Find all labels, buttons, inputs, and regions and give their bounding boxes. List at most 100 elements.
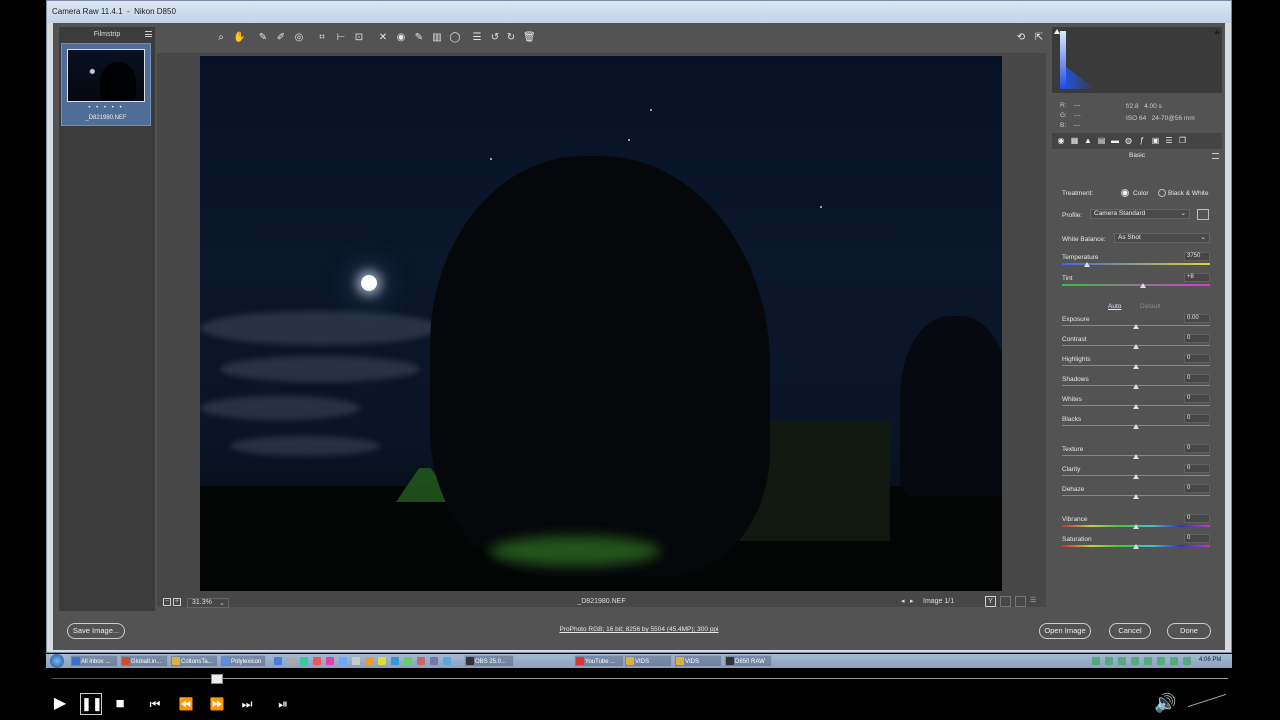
swap-icon[interactable]: [1000, 596, 1011, 607]
tray-icon[interactable]: [1118, 657, 1126, 665]
taskbar-item[interactable]: YouTube ...: [574, 655, 624, 667]
taskbar-item[interactable]: ColtonsTa...: [170, 655, 218, 667]
taskbar-item[interactable]: VIDS: [624, 655, 672, 667]
rotate-right-icon[interactable]: ↻: [505, 32, 517, 44]
clarity-value-field[interactable]: 0: [1184, 464, 1210, 473]
taskbar-item[interactable]: OBS 25.0...: [464, 655, 514, 667]
volume-slider[interactable]: [1188, 693, 1226, 719]
skip-back-icon[interactable]: ⏮: [143, 693, 167, 715]
dehaze-slider-thumb[interactable]: [1133, 494, 1139, 499]
blacks-slider-thumb[interactable]: [1133, 424, 1139, 429]
tray-icon[interactable]: [1157, 657, 1165, 665]
treatment-bw-radio[interactable]: [1158, 189, 1166, 197]
tray-icon[interactable]: [1170, 657, 1178, 665]
tone-curve-tab-icon[interactable]: ▦: [1070, 136, 1080, 146]
hand-icon[interactable]: ✋: [233, 32, 245, 44]
fast-forward-icon[interactable]: ⏩: [206, 693, 228, 715]
prev-image-icon[interactable]: ◂: [901, 597, 905, 605]
targeted-adjust-icon[interactable]: ◎: [293, 32, 305, 44]
split-toning-tab-icon[interactable]: ▬: [1110, 136, 1120, 146]
basic-tab-icon[interactable]: ◉: [1056, 136, 1066, 146]
hamburger-icon[interactable]: [145, 31, 152, 37]
quicklaunch-icon[interactable]: [300, 657, 308, 665]
play-icon[interactable]: ▶: [50, 693, 70, 715]
tint-slider[interactable]: [1062, 284, 1210, 286]
exposure-value-field[interactable]: 0.00: [1184, 314, 1210, 323]
quicklaunch-icon[interactable]: [430, 657, 438, 665]
tray-icon[interactable]: [1092, 657, 1100, 665]
white-balance-icon[interactable]: ✎: [257, 32, 269, 44]
pause-icon[interactable]: ❚❚: [80, 693, 103, 715]
tint-value-field[interactable]: +8: [1184, 273, 1210, 282]
quicklaunch-icon[interactable]: [378, 657, 386, 665]
contrast-value-field[interactable]: 0: [1184, 334, 1210, 343]
quicklaunch-icon[interactable]: [443, 657, 451, 665]
quicklaunch-icon[interactable]: [352, 657, 360, 665]
default-button[interactable]: Default: [1140, 303, 1161, 310]
whites-value-field[interactable]: 0: [1184, 394, 1210, 403]
start-button[interactable]: [50, 654, 64, 668]
saturation-slider-thumb[interactable]: [1133, 544, 1139, 549]
zoom-out-icon[interactable]: −: [163, 598, 171, 606]
cancel-button[interactable]: Cancel: [1109, 623, 1151, 639]
tray-icon[interactable]: [1144, 657, 1152, 665]
crop-icon[interactable]: ⌗: [316, 32, 328, 44]
next-image-icon[interactable]: ▸: [910, 597, 914, 605]
quicklaunch-icon[interactable]: [313, 657, 321, 665]
taskbar-item[interactable]: D850 RAW: [724, 655, 772, 667]
trash-icon[interactable]: 🗑: [523, 32, 536, 44]
toggle-fullscreen-icon[interactable]: ⟲: [1015, 32, 1027, 44]
transform-icon[interactable]: ⊡: [353, 32, 365, 44]
skip-forward-icon[interactable]: ⏭: [235, 693, 259, 715]
panel-menu-icon[interactable]: [1212, 153, 1219, 159]
color-sampler-icon[interactable]: ✐: [275, 32, 287, 44]
detail-tab-icon[interactable]: ▲: [1083, 136, 1093, 146]
tray-icon[interactable]: [1105, 657, 1113, 665]
texture-slider-thumb[interactable]: [1133, 454, 1139, 459]
clarity-slider-thumb[interactable]: [1133, 474, 1139, 479]
quicklaunch-icon[interactable]: [404, 657, 412, 665]
tray-icon[interactable]: [1183, 657, 1191, 665]
stop-icon[interactable]: ■: [112, 693, 128, 715]
open-image-button[interactable]: Open Image: [1039, 623, 1091, 639]
copy-settings-icon[interactable]: [1015, 596, 1026, 607]
vibrance-slider-thumb[interactable]: [1133, 524, 1139, 529]
dehaze-value-field[interactable]: 0: [1184, 484, 1210, 493]
taskbar-item[interactable]: All inbox ...: [70, 655, 118, 667]
zoom-in-icon[interactable]: +: [173, 598, 181, 606]
filmstrip-thumbnail[interactable]: • • • • • _D821980.NEF: [61, 43, 151, 126]
graduated-filter-icon[interactable]: ▥: [431, 32, 443, 44]
zoom-level-select[interactable]: 31.3% ⌄: [187, 598, 229, 608]
preferences-icon[interactable]: ☰: [471, 32, 483, 44]
contrast-slider-thumb[interactable]: [1133, 344, 1139, 349]
before-after-icon[interactable]: Y: [985, 596, 996, 607]
texture-value-field[interactable]: 0: [1184, 444, 1210, 453]
blacks-value-field[interactable]: 0: [1184, 414, 1210, 423]
temperature-slider-thumb[interactable]: [1084, 262, 1091, 267]
tray-icon[interactable]: [1131, 657, 1139, 665]
seek-handle[interactable]: [210, 674, 223, 684]
rotate-left-icon[interactable]: ↺: [489, 32, 501, 44]
video-seek-bar[interactable]: [52, 674, 1228, 684]
settings-toggle-icon[interactable]: ☰: [1030, 596, 1041, 607]
hsl-tab-icon[interactable]: ▤: [1097, 136, 1107, 146]
done-button[interactable]: Done: [1167, 623, 1211, 639]
temperature-value-field[interactable]: 3750: [1184, 252, 1210, 261]
fx-tab-icon[interactable]: ƒ: [1137, 136, 1147, 146]
saturation-value-field[interactable]: 0: [1184, 534, 1210, 543]
highlight-clipping-icon[interactable]: [1214, 29, 1220, 34]
highlights-value-field[interactable]: 0: [1184, 354, 1210, 363]
rewind-icon[interactable]: ⏪: [175, 693, 197, 715]
exposure-slider-thumb[interactable]: [1133, 324, 1139, 329]
shadows-value-field[interactable]: 0: [1184, 374, 1210, 383]
radial-filter-icon[interactable]: ◯: [449, 32, 461, 44]
quicklaunch-icon[interactable]: [417, 657, 425, 665]
highlights-slider-thumb[interactable]: [1133, 364, 1139, 369]
vibrance-value-field[interactable]: 0: [1184, 514, 1210, 523]
volume-icon[interactable]: 🔊: [1154, 693, 1176, 714]
photo-preview[interactable]: [200, 56, 1002, 591]
taskbar-item[interactable]: Polylexicon: [220, 655, 266, 667]
quicklaunch-icon[interactable]: [339, 657, 347, 665]
tint-slider-thumb[interactable]: [1140, 283, 1147, 288]
white-balance-select[interactable]: As Shot ⌄: [1114, 233, 1210, 243]
